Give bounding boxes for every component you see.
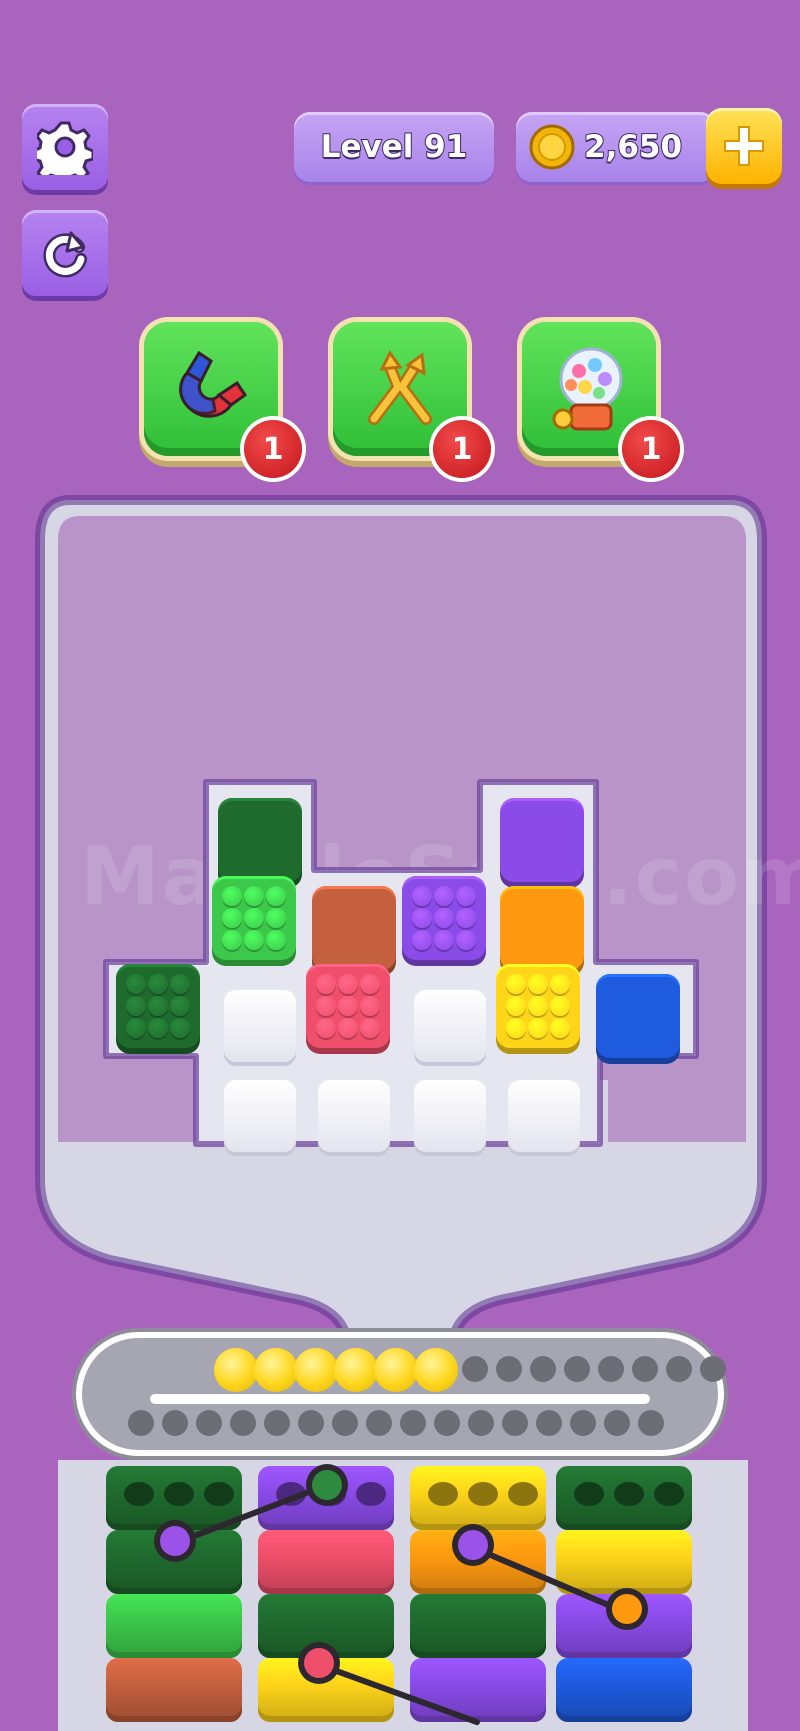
conveyor-slot [598, 1356, 624, 1382]
restart-icon [43, 231, 87, 278]
tube-segment-green[interactable] [106, 1594, 242, 1658]
rope-pin [304, 1648, 334, 1678]
gumball-count-badge: 1 [622, 420, 680, 478]
conveyor-slot [502, 1410, 528, 1436]
block-green_dark-closed[interactable] [218, 798, 302, 882]
tube-segment-green_dark[interactable] [556, 1466, 692, 1530]
tube-holes [124, 1482, 234, 1506]
tube-segment-purple[interactable] [410, 1658, 546, 1722]
coin-amount: 2,650 [583, 128, 683, 166]
conveyor-slot [434, 1410, 460, 1436]
add-coins-button[interactable] [706, 108, 782, 184]
empty-cell [318, 1080, 390, 1152]
conveyor-slot [666, 1356, 692, 1382]
gear-icon [37, 121, 93, 175]
block-green_dark-open[interactable] [116, 964, 200, 1048]
magnet-icon [179, 350, 248, 418]
tube-segment-green_dark[interactable] [410, 1594, 546, 1658]
empty-cell [508, 1080, 580, 1152]
tube-segment-yellow[interactable] [410, 1466, 546, 1530]
restart-button[interactable] [22, 210, 108, 296]
conveyor-slot [162, 1410, 188, 1436]
conveyor-slot [530, 1356, 556, 1382]
empty-cell [224, 990, 296, 1062]
conveyor-slot [332, 1410, 358, 1436]
level-indicator: Level 91 [294, 112, 494, 182]
tube-segment-yellow[interactable] [556, 1530, 692, 1594]
conveyor-slot [700, 1356, 726, 1382]
marble-ball [254, 1348, 298, 1392]
conveyor-slot [196, 1410, 222, 1436]
rope-pin [160, 1526, 190, 1556]
rope-pin [312, 1470, 342, 1500]
conveyor-slot [570, 1410, 596, 1436]
block-yellow-open[interactable] [496, 964, 580, 1048]
tube-segment-green_dark[interactable] [106, 1466, 242, 1530]
conveyor-slot [468, 1410, 494, 1436]
conveyor-slot [400, 1410, 426, 1436]
conveyor-slot [638, 1410, 664, 1436]
empty-cell [414, 1080, 486, 1152]
tube-holes [574, 1482, 684, 1506]
block-green-open[interactable] [212, 876, 296, 960]
marble-ball [414, 1348, 458, 1392]
empty-cell [224, 1080, 296, 1152]
block-purple-closed[interactable] [500, 798, 584, 882]
conveyor-divider [150, 1394, 650, 1404]
tube-segment-green_dark[interactable] [258, 1594, 394, 1658]
shuffle-count-badge: 1 [433, 420, 491, 478]
coin-icon [529, 124, 575, 170]
conveyor-slot [462, 1356, 488, 1382]
conveyor-slot [366, 1410, 392, 1436]
tube-holes [428, 1482, 538, 1506]
conveyor-slot [264, 1410, 290, 1436]
marble-ball [334, 1348, 378, 1392]
tube-segment-blue[interactable] [556, 1658, 692, 1722]
empty-cell [414, 990, 486, 1062]
tube-segment-red_pink[interactable] [258, 1530, 394, 1594]
rope-pin [612, 1594, 642, 1624]
block-orange-closed[interactable] [500, 886, 584, 970]
conveyor-slot [536, 1410, 562, 1436]
block-red_pink-open[interactable] [306, 964, 390, 1048]
marble-ball [294, 1348, 338, 1392]
conveyor-slot [496, 1356, 522, 1382]
plus-icon [724, 126, 764, 166]
gumball-machine-icon [552, 347, 623, 431]
conveyor-slot [604, 1410, 630, 1436]
block-blue-closed[interactable] [596, 974, 680, 1058]
marble-ball [214, 1348, 258, 1392]
conveyor-slot [564, 1356, 590, 1382]
conveyor-slot [298, 1410, 324, 1436]
magnet-count-badge: 1 [244, 420, 302, 478]
block-purple-open[interactable] [402, 876, 486, 960]
block-brown-closed[interactable] [312, 886, 396, 970]
level-label: Level 91 [320, 128, 469, 166]
tube-segment-brown[interactable] [106, 1658, 242, 1722]
marble-ball [374, 1348, 418, 1392]
settings-button[interactable] [22, 104, 108, 190]
conveyor-slot [128, 1410, 154, 1436]
rope-pin [458, 1530, 488, 1560]
shuffle-arrows-icon [368, 350, 432, 425]
conveyor-slot [632, 1356, 658, 1382]
coin-counter: 2,650 [516, 112, 716, 182]
conveyor-slot [230, 1410, 256, 1436]
